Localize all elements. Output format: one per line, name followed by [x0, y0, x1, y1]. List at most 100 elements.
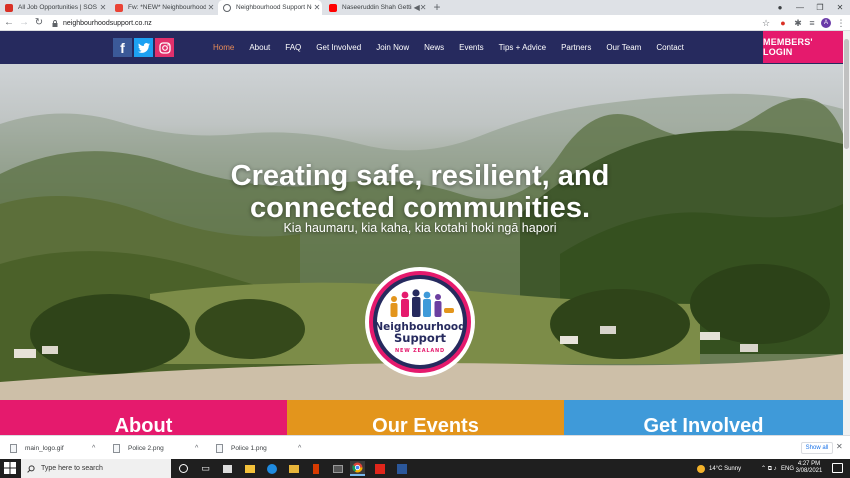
download-item-1[interactable]: main_logo.gif ^ — [10, 440, 102, 456]
nav-events[interactable]: Events — [459, 43, 483, 52]
page-scrollbar[interactable] — [843, 31, 850, 435]
globe-favicon-icon — [223, 3, 231, 12]
extension-red-icon[interactable]: ● — [777, 17, 789, 29]
neighbourhood-support-logo[interactable]: Neighbourhood Support NEW ZEALAND — [364, 266, 476, 378]
logo-text-new-zealand: NEW ZEALAND — [395, 348, 445, 354]
tab-title: All Job Opportunities | SOS New... — [18, 4, 98, 11]
file-icon — [10, 443, 17, 453]
edge-icon[interactable] — [264, 461, 279, 476]
tab-title: Neighbourhood Support New Zea... — [236, 4, 312, 11]
back-arrow-icon[interactable]: ← — [3, 15, 15, 31]
close-download-shelf-icon[interactable]: ✕ — [836, 442, 843, 451]
sos-favicon-icon — [5, 3, 13, 12]
chevron-up-icon[interactable]: ^ — [195, 445, 198, 452]
nav-partners[interactable]: Partners — [561, 43, 591, 52]
download-item-3[interactable]: Police 1.png ^ — [216, 440, 308, 456]
hero-subtitle: Kia haumaru, kia kaha, kia kotahi hoki n… — [283, 221, 557, 235]
nav-tips-advice[interactable]: Tips + Advice — [499, 43, 547, 52]
hero-headline-line-2: connected communities. — [249, 192, 590, 224]
clock-time: 4:27 PM — [797, 461, 821, 467]
windows-start-icon[interactable] — [4, 462, 16, 474]
media-app-icon[interactable] — [330, 461, 345, 476]
browser-tab-strip: All Job Opportunities | SOS New... ✕ Fw:… — [0, 0, 850, 15]
download-filename: Police 2.png — [128, 444, 164, 452]
browser-tab-4[interactable]: Naseeruddin Shah Getting A... ◀✕ — [324, 0, 428, 15]
tab-title: Fw: *NEW* Neighbourhood Supp... — [128, 4, 206, 11]
url-field[interactable]: neighbourhoodsupport.co.nz — [52, 17, 152, 29]
close-tab-icon[interactable]: ✕ — [206, 3, 216, 12]
taskbar-clock[interactable]: 4:27 PM 3/08/2021 — [790, 461, 828, 475]
twitter-icon[interactable] — [134, 38, 153, 57]
show-all-downloads-button[interactable]: Show all — [801, 442, 833, 454]
system-tray-icons[interactable]: ⌃ ⧉ ♪ — [761, 459, 777, 478]
get-involved-panel-heading: Get Involved — [643, 415, 764, 435]
taskbar-search-box[interactable]: Type here to search — [21, 459, 171, 478]
minimize-window-icon[interactable]: — — [790, 0, 810, 15]
reload-icon[interactable]: ↻ — [33, 15, 45, 31]
browser-tab-3-active[interactable]: Neighbourhood Support New Zea... ✕ — [218, 0, 322, 15]
audio-and-close-icon[interactable]: ◀✕ — [412, 3, 428, 12]
nav-join-now[interactable]: Join Now — [376, 43, 409, 52]
gmail-favicon-icon — [115, 3, 123, 12]
instagram-icon[interactable] — [155, 38, 174, 57]
members-login-button[interactable]: MEMBERS' LOGIN — [763, 31, 843, 63]
nav-about[interactable]: About — [249, 43, 270, 52]
tab-title: Naseeruddin Shah Getting A... — [342, 4, 412, 11]
profile-avatar[interactable]: A — [821, 18, 831, 28]
sun-icon — [697, 464, 705, 473]
hero-banner: Creating safe, resilient, and connected … — [0, 64, 843, 400]
youtube-favicon-icon — [329, 3, 337, 12]
get-involved-panel[interactable]: Get Involved — [564, 400, 843, 435]
task-view-icon[interactable]: ▭ — [198, 461, 213, 476]
new-tab-button[interactable]: + — [431, 0, 443, 15]
logo-text-support: Support — [394, 331, 447, 345]
weather-widget[interactable]: 14°C Sunny — [697, 459, 741, 478]
restore-window-icon[interactable]: ❐ — [810, 0, 830, 15]
clock-date: 3/08/2021 — [795, 468, 823, 474]
browser-tab-2[interactable]: Fw: *NEW* Neighbourhood Supp... ✕ — [110, 0, 216, 15]
acrobat-icon[interactable] — [372, 461, 387, 476]
chrome-media-icon[interactable]: ● — [770, 0, 790, 15]
nav-get-involved[interactable]: Get Involved — [316, 43, 361, 52]
bookmark-star-icon[interactable]: ☆ — [760, 17, 772, 29]
about-panel[interactable]: About — [0, 400, 287, 435]
close-tab-icon[interactable]: ✕ — [98, 3, 108, 12]
browser-tab-1[interactable]: All Job Opportunities | SOS New... ✕ — [0, 0, 108, 15]
nav-our-team[interactable]: Our Team — [606, 43, 641, 52]
cortana-icon[interactable] — [176, 461, 191, 476]
nav-home[interactable]: Home — [213, 43, 234, 52]
chevron-up-icon[interactable]: ^ — [298, 445, 301, 452]
store-icon[interactable] — [220, 461, 235, 476]
folder-icon[interactable] — [286, 461, 301, 476]
nav-faq[interactable]: FAQ — [285, 43, 301, 52]
nav-contact[interactable]: Contact — [656, 43, 684, 52]
notification-center-icon[interactable] — [832, 463, 843, 473]
media-queue-icon[interactable]: ≡ — [806, 17, 818, 29]
download-filename: Police 1.png — [231, 444, 267, 452]
our-events-panel[interactable]: Our Events — [287, 400, 564, 435]
close-tab-icon[interactable]: ✕ — [312, 3, 322, 12]
main-navigation: Home About FAQ Get Involved Join Now New… — [213, 31, 699, 64]
facebook-glyph: f — [120, 39, 125, 56]
close-window-icon[interactable]: ✕ — [830, 0, 850, 15]
facebook-icon[interactable]: f — [113, 38, 132, 57]
nav-news[interactable]: News — [424, 43, 444, 52]
file-icon — [113, 443, 120, 453]
forward-arrow-icon[interactable]: → — [18, 15, 30, 31]
url-text: neighbourhoodsupport.co.nz — [63, 19, 152, 27]
office-app-icon[interactable] — [308, 461, 323, 476]
download-filename: main_logo.gif — [25, 444, 64, 452]
windows-taskbar: Type here to search ▭ 14°C Sunny ⌃ ⧉ ♪ E… — [0, 459, 850, 478]
weather-text: 14°C Sunny — [709, 465, 742, 472]
scrollbar-thumb[interactable] — [844, 39, 849, 149]
file-explorer-icon[interactable] — [242, 461, 257, 476]
extension-puzzle-icon[interactable]: ✱ — [792, 17, 804, 29]
chrome-taskbar-icon[interactable] — [350, 461, 365, 476]
word-icon[interactable] — [394, 461, 409, 476]
download-item-2[interactable]: Police 2.png ^ — [113, 440, 205, 456]
chrome-menu-icon[interactable]: ⋮ — [835, 17, 847, 29]
chevron-up-icon[interactable]: ^ — [92, 445, 95, 452]
search-icon — [27, 464, 35, 473]
site-header: f Home About FAQ Get Involved Join Now N… — [0, 31, 843, 64]
download-shelf: main_logo.gif ^ Police 2.png ^ Police 1.… — [0, 435, 850, 459]
